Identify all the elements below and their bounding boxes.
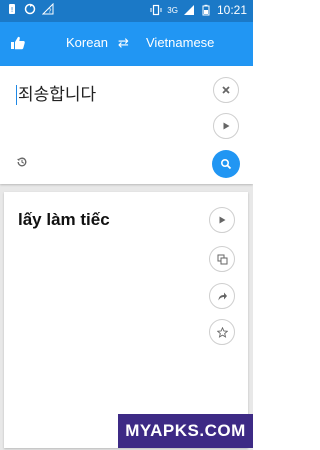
target-language-button[interactable]: Vietnamese xyxy=(146,35,214,50)
status-bar: ! ? 3G 10:21 xyxy=(0,0,253,22)
screen: ! ? 3G 10:21 Korean ⇄ Vietnamese 죄송합니다 l… xyxy=(0,0,253,450)
translated-text: lấy làm tiếc xyxy=(18,210,110,229)
vibrate-icon xyxy=(150,4,162,16)
thumbs-up-icon[interactable] xyxy=(10,35,26,51)
play-icon xyxy=(223,122,230,130)
play-source-button[interactable] xyxy=(213,113,239,139)
star-icon xyxy=(216,326,228,338)
signal-icon xyxy=(183,5,194,15)
favorite-button[interactable] xyxy=(209,319,235,345)
output-card: lấy làm tiếc xyxy=(4,192,248,448)
network-badge: 3G xyxy=(167,5,178,15)
source-language-button[interactable]: Korean xyxy=(66,35,108,50)
sync-icon xyxy=(24,3,36,15)
play-icon xyxy=(219,216,226,224)
app-bar: Korean ⇄ Vietnamese xyxy=(0,22,253,66)
translate-search-button[interactable] xyxy=(212,150,240,178)
play-translation-button[interactable] xyxy=(209,207,235,233)
search-icon xyxy=(220,158,232,170)
signal-question-icon: ? xyxy=(42,3,54,15)
swap-languages-icon[interactable]: ⇄ xyxy=(118,35,129,51)
status-right: 3G 10:21 xyxy=(150,3,247,17)
status-time: 10:21 xyxy=(216,3,247,17)
source-text-input[interactable]: 죄송합니다 xyxy=(16,85,96,105)
svg-text:!: ! xyxy=(11,6,14,14)
battery-icon xyxy=(202,4,210,16)
copy-icon xyxy=(217,254,227,264)
close-icon xyxy=(222,86,230,94)
clear-button[interactable] xyxy=(213,77,239,103)
svg-text:?: ? xyxy=(48,8,51,15)
share-button[interactable] xyxy=(209,283,235,309)
status-left: ! ? xyxy=(6,3,54,15)
copy-button[interactable] xyxy=(209,246,235,272)
notification-icon: ! xyxy=(9,4,15,14)
watermark-logo: MYAPKS.COM xyxy=(118,414,253,448)
share-icon xyxy=(218,292,227,300)
history-icon[interactable] xyxy=(16,156,28,168)
